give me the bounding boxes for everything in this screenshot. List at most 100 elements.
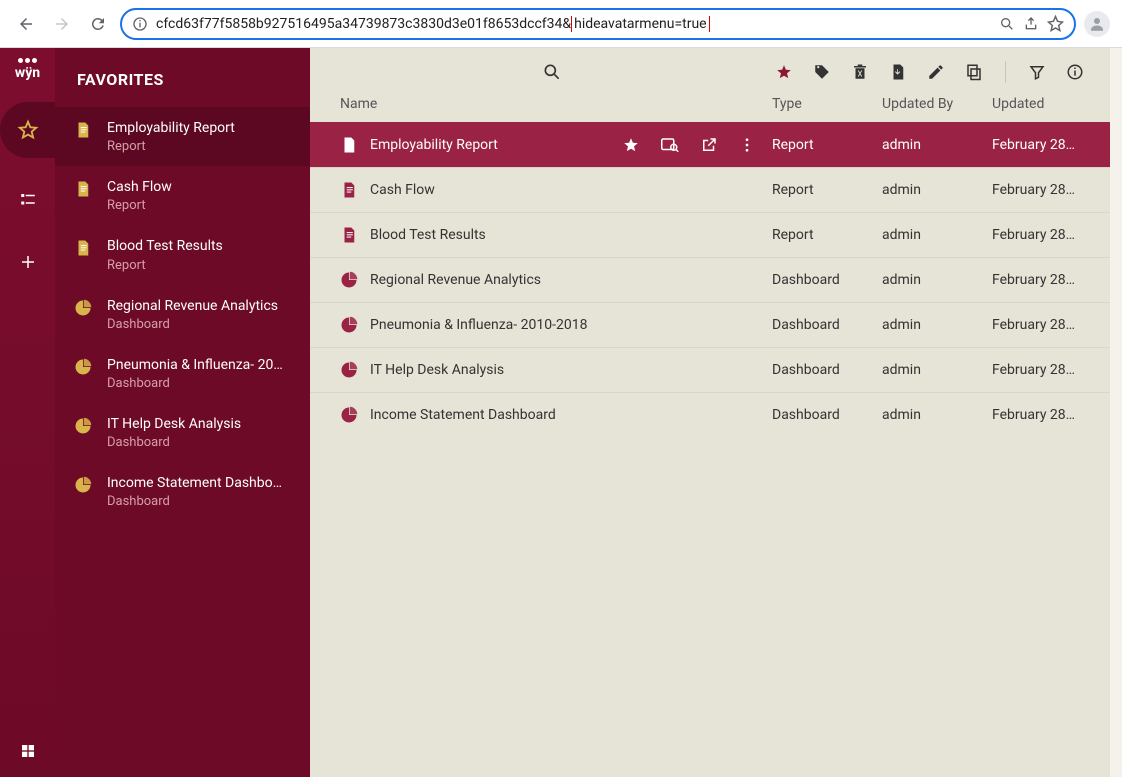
toolbar-tag-button[interactable] (813, 63, 831, 81)
reload-button[interactable] (84, 10, 112, 38)
url-text: cfcd63f77f5858b927516495a34739873c3830d3… (156, 16, 991, 32)
preview-icon (660, 136, 680, 154)
profile-avatar[interactable] (1084, 11, 1110, 37)
apps-icon (20, 743, 36, 759)
tag-icon (813, 63, 831, 81)
search-icon (542, 62, 562, 82)
favorite-item[interactable]: IT Help Desk Analysis Dashboard (55, 403, 310, 462)
col-header-updated[interactable]: Updated (992, 96, 1102, 112)
row-name: Income Statement Dashboard (370, 407, 772, 423)
rail-add[interactable] (8, 242, 48, 282)
row-name: Regional Revenue Analytics (370, 272, 772, 288)
favorite-item-type: Dashboard (107, 435, 292, 450)
trash-icon (851, 63, 869, 81)
share-icon[interactable] (1023, 16, 1039, 32)
row-name: Cash Flow (370, 182, 772, 198)
table-row[interactable]: Pneumonia & Influenza- 2010-2018 Dashboa… (310, 302, 1122, 347)
scrollbar[interactable] (1110, 48, 1122, 777)
favorite-item-title: Regional Revenue Analytics (107, 297, 292, 315)
omnibox[interactable]: cfcd63f77f5858b927516495a34739873c3830d3… (120, 8, 1076, 40)
list-header: Name Type Updated By Updated (310, 96, 1122, 122)
dashboard-icon (73, 298, 93, 318)
row-type: Dashboard (772, 407, 882, 423)
dashboard-icon (340, 316, 358, 334)
dashboard-icon (340, 406, 358, 424)
favorite-item[interactable]: Income Statement Dashbo… Dashboard (55, 462, 310, 521)
dashboard-icon (340, 361, 358, 379)
favorite-item-type: Dashboard (107, 317, 292, 332)
bookmark-star-icon[interactable] (1047, 15, 1064, 32)
rail-categories[interactable] (8, 180, 48, 220)
dashboard-icon (73, 475, 93, 495)
favorite-item[interactable]: Regional Revenue Analytics Dashboard (55, 285, 310, 344)
forward-button[interactable] (48, 10, 76, 38)
favorite-item[interactable]: Blood Test Results Report (55, 225, 310, 284)
wyn-logo[interactable]: wÿn (15, 58, 40, 80)
toolbar-filter-button[interactable] (1028, 63, 1046, 81)
favorite-item-title: Cash Flow (107, 178, 292, 196)
file-download-icon (889, 63, 907, 81)
row-updatedby: admin (882, 182, 992, 198)
favorite-item[interactable]: Cash Flow Report (55, 166, 310, 225)
table-row[interactable]: Regional Revenue Analytics Dashboard adm… (310, 257, 1122, 302)
report-icon (340, 136, 358, 154)
row-type: Dashboard (772, 272, 882, 288)
favorite-item-type: Report (107, 139, 292, 154)
row-open-button[interactable] (700, 136, 718, 154)
row-updated: February 28… (992, 272, 1102, 288)
toolbar-edit-button[interactable] (927, 63, 945, 81)
copy-icon (965, 63, 983, 81)
row-updated: February 28… (992, 362, 1102, 378)
row-name: Pneumonia & Influenza- 2010-2018 (370, 317, 772, 333)
search-button[interactable] (542, 62, 562, 82)
row-preview-button[interactable] (660, 136, 680, 154)
row-updatedby: admin (882, 227, 992, 243)
toolbar-favorite-button[interactable] (775, 63, 793, 81)
toolbar (310, 48, 1122, 96)
filter-icon (1028, 63, 1046, 81)
favorite-item-type: Report (107, 198, 292, 213)
toolbar-copy-button[interactable] (965, 63, 983, 81)
site-info-icon[interactable] (132, 16, 148, 32)
col-header-name[interactable]: Name (340, 96, 772, 112)
more-vert-icon (738, 136, 756, 154)
table-row[interactable]: Cash Flow Report admin February 28… (310, 167, 1122, 212)
row-type: Report (772, 137, 882, 153)
back-button[interactable] (12, 10, 40, 38)
favorite-item-title: IT Help Desk Analysis (107, 415, 292, 433)
table-row[interactable]: Employability Report Report admin Februa… (310, 122, 1122, 167)
categories-icon (19, 191, 37, 209)
dashboard-icon (73, 357, 93, 377)
table-row[interactable]: IT Help Desk Analysis Dashboard admin Fe… (310, 347, 1122, 392)
dashboard-icon (73, 416, 93, 436)
col-header-updatedby[interactable]: Updated By (882, 96, 992, 112)
toolbar-download-button[interactable] (889, 63, 907, 81)
report-icon (340, 181, 358, 199)
row-type: Dashboard (772, 362, 882, 378)
row-updated: February 28… (992, 317, 1102, 333)
rail-apps[interactable] (20, 743, 36, 759)
favorite-item-type: Dashboard (107, 376, 292, 391)
open-icon (700, 136, 718, 154)
app-container: wÿn FAVORITES Employability Report Repor… (0, 48, 1122, 777)
row-type: Report (772, 227, 882, 243)
favorite-item[interactable]: Pneumonia & Influenza- 20… Dashboard (55, 344, 310, 403)
favorite-item[interactable]: Employability Report Report (55, 107, 310, 166)
toolbar-info-button[interactable] (1066, 63, 1084, 81)
toolbar-delete-button[interactable] (851, 63, 869, 81)
row-name: Employability Report (370, 137, 622, 153)
star-icon (622, 136, 640, 154)
zoom-icon[interactable] (999, 16, 1015, 32)
main-panel: Name Type Updated By Updated Employabili… (310, 48, 1122, 777)
row-updatedby: admin (882, 362, 992, 378)
col-header-type[interactable]: Type (772, 96, 882, 112)
rail-favorites[interactable] (0, 102, 55, 158)
row-more-button[interactable] (738, 136, 756, 154)
row-favorite-button[interactable] (622, 136, 640, 154)
table-row[interactable]: Blood Test Results Report admin February… (310, 212, 1122, 257)
table-row[interactable]: Income Statement Dashboard Dashboard adm… (310, 392, 1122, 437)
row-updated: February 28… (992, 182, 1102, 198)
report-icon (73, 238, 93, 258)
row-updatedby: admin (882, 272, 992, 288)
favorite-item-title: Pneumonia & Influenza- 20… (107, 356, 292, 374)
